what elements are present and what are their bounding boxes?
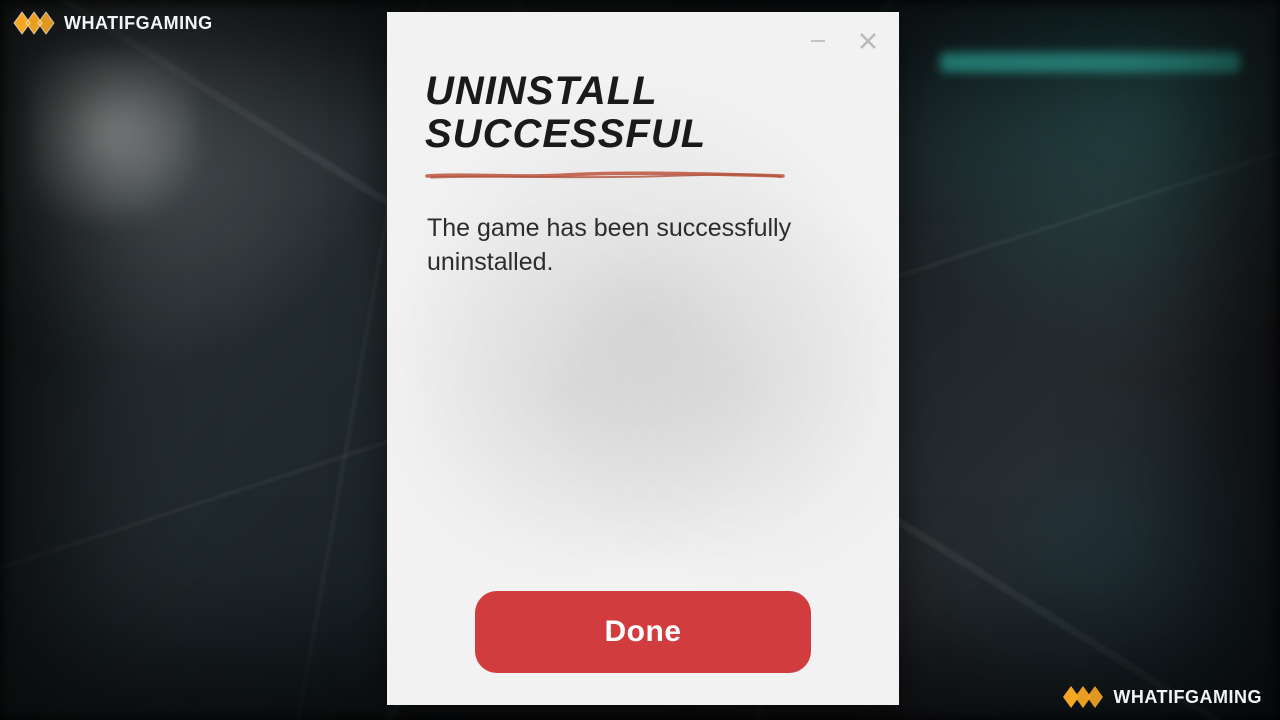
dialog-heading: UNINSTALL SUCCESSFUL	[425, 70, 861, 180]
close-icon	[859, 32, 877, 50]
uninstall-dialog: UNINSTALL SUCCESSFUL The game has been s…	[387, 12, 899, 705]
dialog-titlebar	[807, 30, 879, 52]
dialog-title-line1: UNINSTALL	[425, 69, 658, 113]
background-hud-healthbar-blur	[940, 52, 1240, 72]
watermark-bottom-right: WHATIFGAMING	[1061, 682, 1262, 712]
watermark-text: WHATIFGAMING	[64, 13, 213, 34]
minimize-button[interactable]	[807, 30, 829, 52]
dialog-title-line2: SUCCESSFUL	[425, 112, 706, 156]
watermark-top-left: WHATIFGAMING	[12, 8, 213, 38]
dialog-message: The game has been successfully uninstall…	[427, 212, 857, 280]
dialog-title: UNINSTALL SUCCESSFUL	[425, 70, 861, 156]
watermark-logo-icon	[12, 8, 56, 38]
watermark-logo-icon	[1061, 682, 1105, 712]
heading-underline-stroke	[425, 170, 785, 180]
close-button[interactable]	[857, 30, 879, 52]
done-button[interactable]: Done	[475, 591, 811, 673]
background-minimap-blur	[28, 50, 198, 220]
watermark-text: WHATIFGAMING	[1113, 687, 1262, 708]
